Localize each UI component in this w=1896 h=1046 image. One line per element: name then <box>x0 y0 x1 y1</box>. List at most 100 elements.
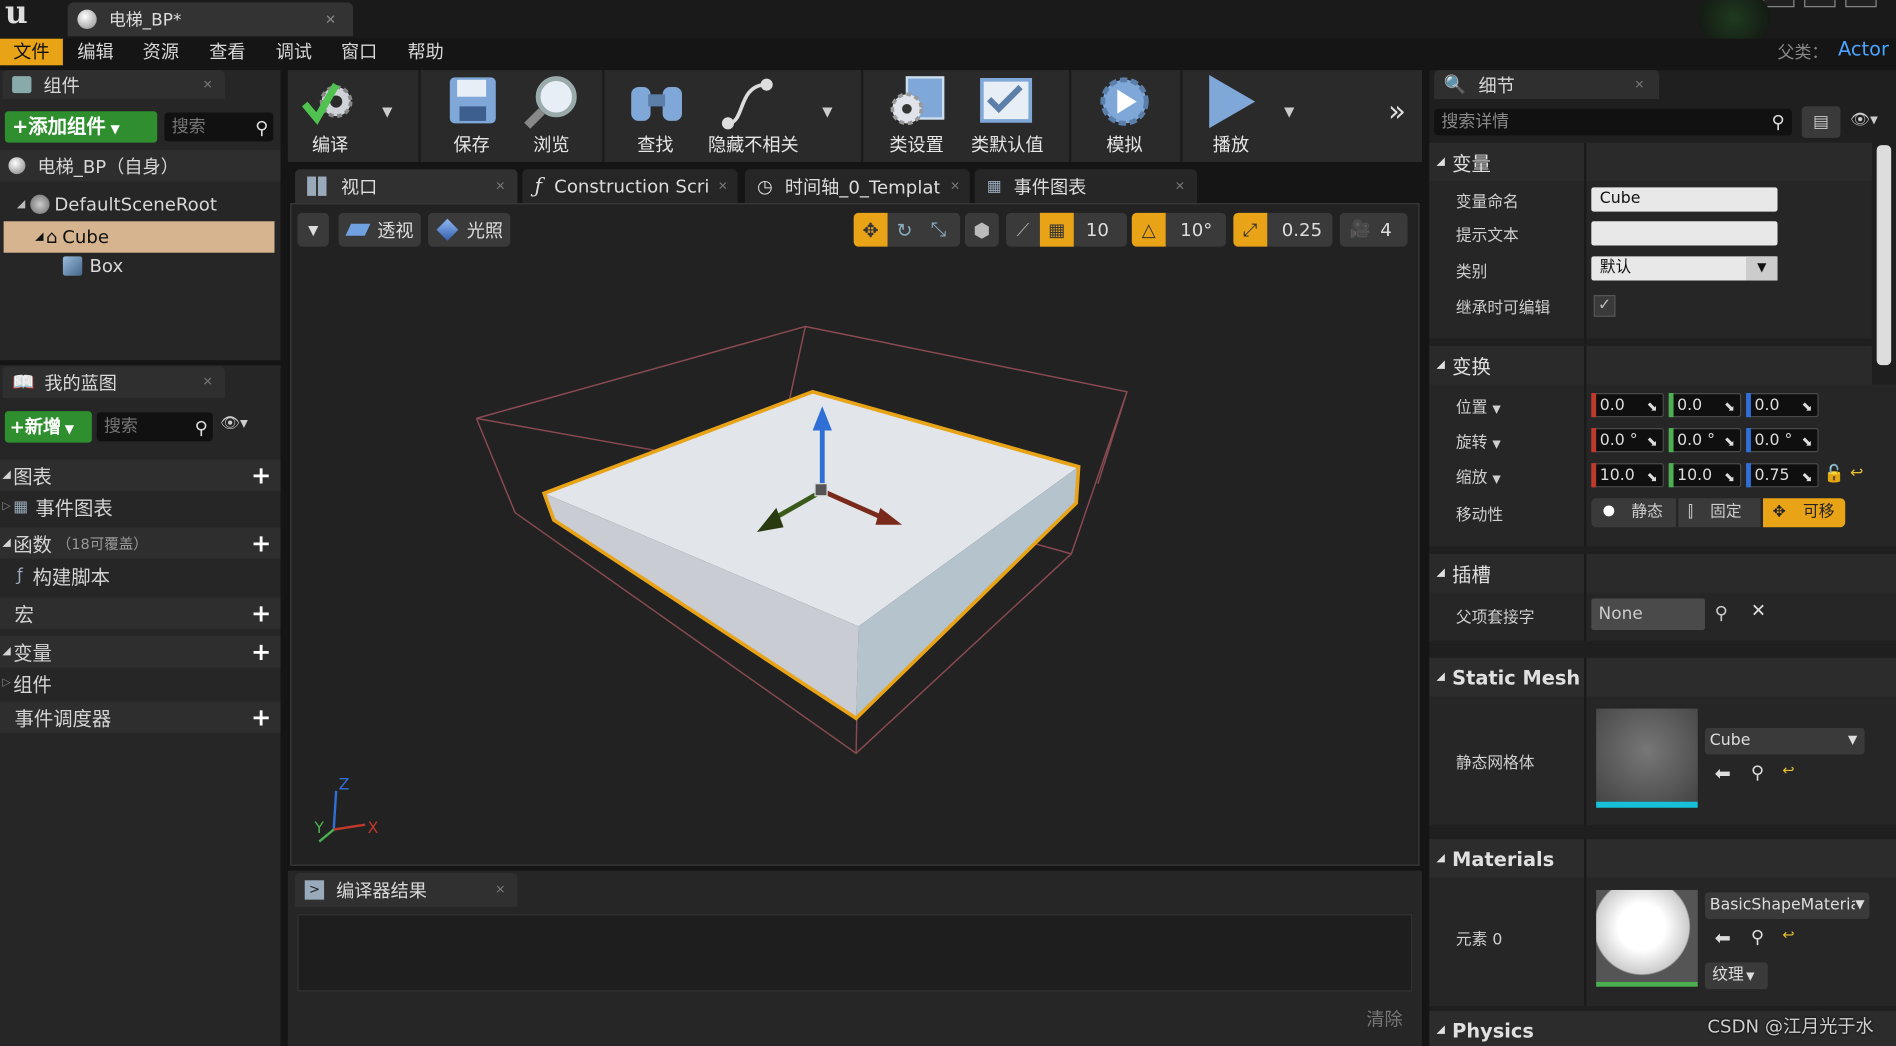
rotation-y-input[interactable]: 0.0 ° ⬊ <box>1668 428 1742 453</box>
variable-name-input[interactable]: Cube <box>1591 187 1778 212</box>
add-function-icon[interactable]: + <box>249 531 273 555</box>
tab-event-graph[interactable]: ▦ 事件图表 ✕ <box>974 169 1198 204</box>
scale-label[interactable]: 缩放 ▼ <box>1456 464 1501 487</box>
components-search-input[interactable]: 搜索 ⚲ <box>164 112 274 142</box>
my-blueprint-search-input[interactable]: 搜索 ⚲ <box>96 412 213 442</box>
reset-to-default-icon[interactable]: ↩ <box>1850 464 1863 482</box>
tab-viewport[interactable]: 视口 ✕ <box>295 169 518 204</box>
lock-icon[interactable]: 🔓 <box>1823 464 1844 483</box>
collapse-arrow-icon[interactable]: ◢ <box>35 231 43 243</box>
close-icon[interactable]: ✕ <box>950 180 960 193</box>
class-settings-button[interactable]: 类设置 <box>880 70 953 162</box>
menu-file[interactable]: 文件 <box>0 38 63 66</box>
close-icon[interactable]: ✕ <box>718 180 728 193</box>
my-blueprint-tab[interactable]: 📖 我的蓝图 ✕ <box>2 366 225 398</box>
menu-debug[interactable]: 调试 <box>276 39 312 66</box>
use-selected-arrow-icon[interactable]: ⬅ <box>1715 926 1731 949</box>
tree-item-cube[interactable]: ◢ ⌂ Cube <box>3 221 275 253</box>
rotation-label[interactable]: 旋转 ▼ <box>1456 429 1501 452</box>
section-event-dispatchers[interactable]: 事件调度器 + <box>0 701 281 733</box>
use-selected-arrow-icon[interactable]: ⬅ <box>1715 762 1731 785</box>
section-macros[interactable]: 宏 + <box>0 597 281 629</box>
tree-item-box[interactable]: Box <box>0 252 281 281</box>
sockets-section-header[interactable]: ◢ 插槽 <box>1429 553 1896 593</box>
section-graphs[interactable]: ◢ 图表 + <box>0 459 281 491</box>
play-options-dropdown-icon[interactable]: ▼ <box>1284 104 1294 120</box>
scale-x-input[interactable]: 10.0 ⬊ <box>1591 463 1664 488</box>
tooltip-input[interactable] <box>1591 221 1778 246</box>
self-item[interactable]: 电梯_BP（自身） <box>0 149 281 182</box>
mobility-stationary-button[interactable]: ⫿ 固定 <box>1678 498 1761 528</box>
reset-to-default-icon[interactable]: ↩ <box>1782 762 1794 779</box>
simulate-button[interactable]: 模拟 <box>1088 70 1161 162</box>
editable-checkbox[interactable]: ✓ <box>1593 295 1616 317</box>
browse-search-icon[interactable]: ⚲ <box>1751 762 1764 784</box>
new-button[interactable]: +新增 ▼ <box>4 411 92 443</box>
location-x-input[interactable]: 0.0 ⬊ <box>1591 392 1664 418</box>
menu-view[interactable]: 查看 <box>209 39 245 66</box>
category-dropdown[interactable]: 默认 ▼ <box>1591 256 1778 281</box>
collapse-arrow-icon[interactable]: ◢ <box>17 198 25 210</box>
clear-button[interactable]: 清除 <box>1366 1006 1402 1031</box>
parent-class-link[interactable]: Actor <box>1838 37 1889 60</box>
scale-y-input[interactable]: 10.0 ⬊ <box>1668 463 1742 488</box>
search-icon[interactable]: ⚲ <box>1715 602 1728 624</box>
close-icon[interactable]: ✕ <box>495 180 505 193</box>
add-dispatcher-icon[interactable]: + <box>249 705 273 729</box>
add-variable-icon[interactable]: + <box>249 640 273 664</box>
add-component-button[interactable]: +添加组件 ▼ <box>4 111 158 143</box>
clear-x-icon[interactable]: ✕ <box>1751 600 1766 622</box>
asset-tab[interactable]: 电梯_BP* ✕ <box>67 2 354 37</box>
mobility-static-button[interactable]: 静态 <box>1591 498 1676 528</box>
tree-item-defaultsceneroot[interactable]: ◢ DefaultSceneRoot <box>0 190 281 219</box>
materials-section-header[interactable]: ◢ Materials <box>1429 839 1896 878</box>
texture-dropdown-button[interactable]: 纹理 ▼ <box>1704 962 1768 990</box>
browse-button[interactable]: 浏览 <box>518 70 586 162</box>
components-category-item[interactable]: ▷ 组件 <box>0 667 281 698</box>
close-icon[interactable]: ✕ <box>203 375 213 388</box>
class-defaults-button[interactable]: 类默认值 <box>967 70 1047 162</box>
compiler-results-tab[interactable]: > 编译器结果 ✕ <box>295 873 518 907</box>
save-button[interactable]: 保存 <box>438 70 506 162</box>
menu-window[interactable]: 窗口 <box>341 39 377 66</box>
components-tab[interactable]: 组件 ✕ <box>2 70 225 100</box>
find-button[interactable]: 查找 <box>619 70 692 162</box>
location-y-input[interactable]: 0.0 ⬊ <box>1668 392 1742 418</box>
location-label[interactable]: 位置 ▼ <box>1456 394 1501 417</box>
close-icon[interactable]: ✕ <box>1634 78 1644 91</box>
static-mesh-thumbnail[interactable] <box>1596 708 1698 808</box>
static-mesh-section-header[interactable]: ◢ Static Mesh <box>1429 657 1896 697</box>
section-variables[interactable]: ◢ 变量 + <box>0 636 281 668</box>
browse-search-icon[interactable]: ⚲ <box>1751 926 1764 948</box>
menu-edit[interactable]: 编辑 <box>77 39 113 66</box>
compile-options-dropdown-icon[interactable]: ▼ <box>382 104 392 120</box>
details-search-input[interactable]: 搜索详情 ⚲ <box>1434 108 1793 136</box>
scale-z-input[interactable]: 0.75 ⬊ <box>1746 463 1819 488</box>
transform-section-header[interactable]: ◢ 变换 <box>1429 345 1872 385</box>
visibility-eye-icon[interactable]: 👁▾ <box>1850 111 1878 129</box>
compile-button[interactable]: 编译 <box>290 70 370 162</box>
close-icon[interactable]: ✕ <box>325 11 336 27</box>
close-icon[interactable]: ✕ <box>495 883 505 896</box>
static-mesh-dropdown[interactable]: Cube ▼ <box>1704 727 1865 755</box>
rotation-z-input[interactable]: 0.0 ° ⬊ <box>1746 428 1819 453</box>
add-macro-icon[interactable]: + <box>249 601 273 625</box>
close-icon[interactable]: ✕ <box>203 78 213 91</box>
visibility-eye-icon[interactable]: 👁▾ <box>220 415 248 433</box>
material-dropdown[interactable]: BasicShapeMateria ▼ <box>1704 892 1870 919</box>
reset-to-default-icon[interactable]: ↩ <box>1782 926 1794 943</box>
construction-script-item[interactable]: ƒ 构建脚本 <box>0 560 281 591</box>
section-functions[interactable]: ◢ 函数 （18可覆盖） + <box>0 527 281 559</box>
hide-unrelated-dropdown-icon[interactable]: ▼ <box>822 104 832 120</box>
variable-section-header[interactable]: ◢ 变量 <box>1429 142 1872 182</box>
window-controls[interactable] <box>1763 0 1896 8</box>
play-button[interactable]: 播放 <box>1192 70 1269 162</box>
close-icon[interactable]: ✕ <box>1175 180 1185 193</box>
material-thumbnail[interactable] <box>1596 889 1698 987</box>
tab-timeline[interactable]: ◷ 时间轴_0_Template ✕ <box>744 169 970 204</box>
details-tab[interactable]: 🔍 细节 ✕ <box>1434 70 1660 100</box>
mobility-movable-button[interactable]: ✥ 可移 <box>1763 498 1846 528</box>
tab-construction-script[interactable]: ƒ Construction Script ✕ <box>522 169 738 204</box>
location-z-input[interactable]: 0.0 ⬊ <box>1746 392 1819 418</box>
add-graph-icon[interactable]: + <box>249 463 273 487</box>
